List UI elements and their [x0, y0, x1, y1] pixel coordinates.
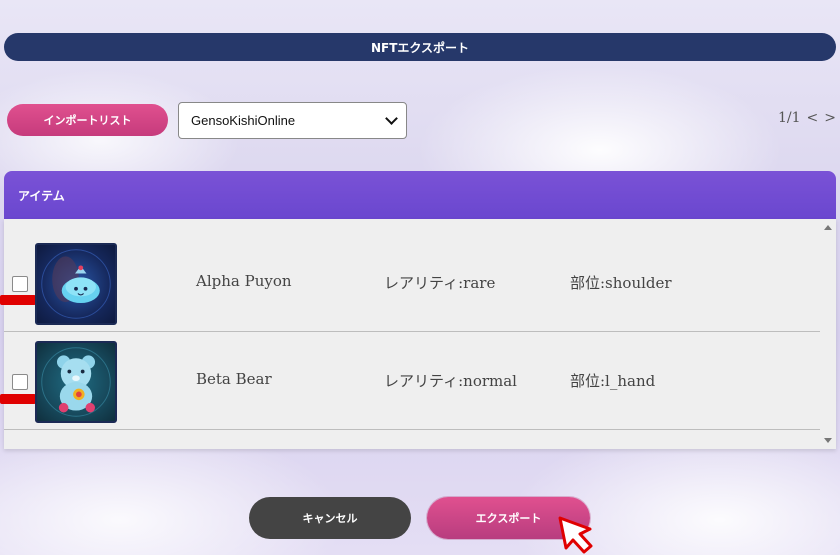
row-checkbox[interactable]	[12, 374, 28, 390]
table-row: Alpha Puyon レアリティ:rare 部位:shoulder	[0, 234, 820, 332]
red-marker	[0, 295, 36, 305]
prev-page-button[interactable]: <	[807, 110, 819, 126]
chevron-down-icon	[385, 112, 398, 125]
row-checkbox[interactable]	[12, 276, 28, 292]
item-slot: 部位:l_hand	[570, 372, 656, 390]
table-row: Beta Bear レアリティ:normal 部位:l_hand	[0, 332, 820, 430]
next-page-button[interactable]: >	[824, 110, 836, 126]
bear-icon	[35, 341, 117, 423]
scroll-down-arrow-icon[interactable]	[824, 438, 832, 443]
game-select[interactable]: GensoKishiOnline	[178, 102, 407, 139]
cancel-button[interactable]: キャンセル	[249, 497, 411, 539]
pagination: 1/1 < >	[778, 110, 836, 126]
export-label: エクスポート	[475, 512, 542, 525]
red-marker	[0, 394, 36, 404]
page-title-bar: NFTエクスポート	[4, 33, 836, 61]
item-name: Beta Bear	[196, 370, 272, 388]
item-list: Alpha Puyon レアリティ:rare 部位:shoulder Beta	[0, 219, 836, 449]
red-arrow-cursor-icon	[558, 516, 593, 554]
item-name: Alpha Puyon	[196, 272, 292, 290]
item-rarity: レアリティ:rare	[384, 274, 496, 292]
cancel-label: キャンセル	[302, 512, 358, 525]
page-title: NFTエクスポート	[370, 40, 470, 55]
puyon-icon	[35, 243, 117, 325]
item-rarity: レアリティ:normal	[384, 372, 517, 390]
import-list-button[interactable]: インポートリスト	[7, 104, 168, 136]
import-list-label: インポートリスト	[43, 114, 132, 127]
game-select-value: GensoKishiOnline	[191, 113, 296, 128]
item-slot: 部位:shoulder	[570, 274, 672, 292]
scroll-up-arrow-icon[interactable]	[824, 225, 832, 230]
item-table-header: アイテム	[4, 171, 836, 219]
column-header-item: アイテム	[18, 188, 65, 203]
list-scrollbar[interactable]	[820, 219, 836, 449]
page-indicator: 1/1	[778, 110, 801, 126]
